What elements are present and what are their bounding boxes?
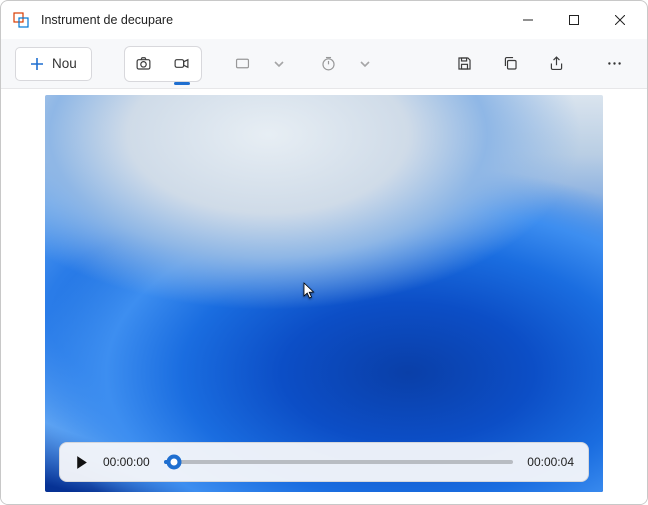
- seek-thumb[interactable]: [167, 455, 182, 470]
- mode-switch: [124, 46, 202, 82]
- snip-shape-dropdown[interactable]: [270, 59, 288, 69]
- window-title: Instrument de decupare: [41, 13, 173, 27]
- seek-track[interactable]: [164, 460, 514, 464]
- new-button[interactable]: Nou: [15, 47, 92, 81]
- playback-bar: 00:00:00 00:00:04: [59, 442, 589, 482]
- duration: 00:00:04: [527, 455, 574, 469]
- titlebar: Instrument de decupare: [1, 1, 647, 39]
- delay-timer-icon: [320, 55, 337, 72]
- current-time: 00:00:00: [103, 455, 150, 469]
- video-icon: [173, 55, 190, 72]
- play-button[interactable]: [74, 455, 89, 470]
- play-icon: [74, 455, 89, 470]
- snip-mode-button[interactable]: [127, 49, 161, 79]
- delay-button[interactable]: [310, 47, 348, 81]
- save-icon: [456, 55, 473, 72]
- share-button[interactable]: [537, 47, 575, 81]
- toolbar: Nou: [1, 39, 647, 89]
- video-preview: 00:00:00 00:00:04: [45, 95, 603, 492]
- copy-icon: [502, 55, 519, 72]
- more-icon: [606, 55, 623, 72]
- record-mode-button[interactable]: [165, 49, 199, 79]
- app-icon: [13, 12, 29, 28]
- cursor-icon: [302, 282, 316, 303]
- share-icon: [548, 55, 565, 72]
- new-button-label: Nou: [52, 56, 77, 71]
- maximize-button[interactable]: [551, 4, 597, 36]
- snip-shape-button[interactable]: [224, 47, 262, 81]
- save-button[interactable]: [445, 47, 483, 81]
- preview-area: 00:00:00 00:00:04: [1, 89, 647, 504]
- rectangle-mode-icon: [234, 55, 251, 72]
- app-window: Instrument de decupare Nou: [0, 0, 648, 505]
- wallpaper-bloom: [45, 95, 603, 492]
- plus-icon: [30, 57, 44, 71]
- more-button[interactable]: [595, 47, 633, 81]
- delay-dropdown[interactable]: [356, 59, 374, 69]
- close-button[interactable]: [597, 4, 643, 36]
- minimize-button[interactable]: [505, 4, 551, 36]
- copy-button[interactable]: [491, 47, 529, 81]
- camera-icon: [135, 55, 152, 72]
